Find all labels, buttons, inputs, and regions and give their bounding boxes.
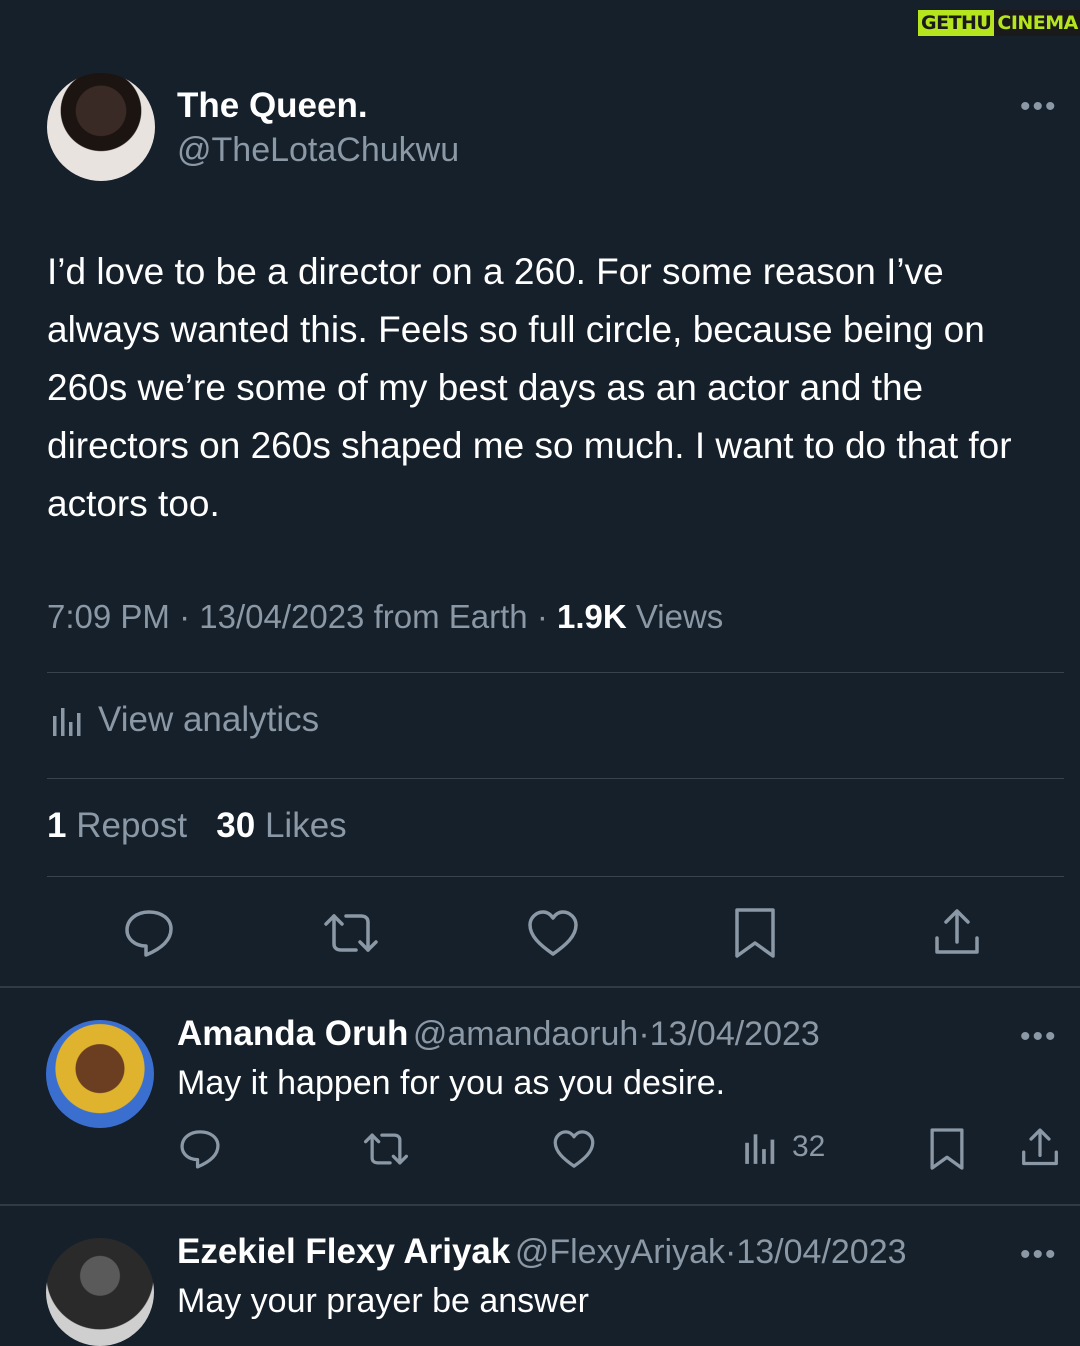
bookmark-icon[interactable] <box>732 906 778 960</box>
author-avatar[interactable] <box>47 73 155 181</box>
reply-views-count: 32 <box>792 1130 826 1163</box>
author-handle[interactable]: @TheLotaChukwu <box>177 131 459 170</box>
divider <box>0 986 1080 988</box>
retweet-icon[interactable] <box>322 906 380 960</box>
likes-stat[interactable]: 30 Likes <box>216 806 346 845</box>
reply-display-name[interactable]: Ezekiel Flexy Ariyak <box>177 1232 510 1271</box>
reply-views[interactable]: 32 <box>742 1128 825 1166</box>
more-options-icon[interactable]: ••• <box>1020 90 1058 124</box>
divider <box>47 778 1064 779</box>
views-label: Views <box>635 598 724 635</box>
reply-display-name[interactable]: Amanda Oruh <box>177 1014 408 1053</box>
likes-label: Likes <box>264 806 347 845</box>
divider <box>0 1204 1080 1206</box>
reply-icon[interactable] <box>178 1127 222 1171</box>
reply-icon[interactable] <box>122 906 176 960</box>
reply-avatar[interactable] <box>46 1020 154 1128</box>
meta-separator: · <box>536 598 548 635</box>
views-count: 1.9K <box>556 598 627 635</box>
bookmark-icon[interactable] <box>928 1126 966 1172</box>
analytics-icon <box>50 702 84 738</box>
tweet-source: from Earth <box>373 598 528 635</box>
reply-separator: · <box>638 1015 650 1053</box>
reply-separator: · <box>725 1233 737 1271</box>
author-display-name[interactable]: The Queen. <box>177 86 368 126</box>
reply-handle[interactable]: @FlexyAriyak <box>515 1233 725 1271</box>
retweet-icon[interactable] <box>362 1127 410 1171</box>
reply-avatar[interactable] <box>46 1238 154 1346</box>
likes-count: 30 <box>216 806 256 845</box>
heart-icon[interactable] <box>526 908 580 958</box>
tweet-text: I’d love to be a director on a 260. For … <box>47 251 1012 524</box>
share-icon[interactable] <box>1018 1126 1062 1170</box>
divider <box>47 672 1064 673</box>
reply-header: Amanda Oruh @amandaoruh·13/04/2023 <box>177 1014 820 1054</box>
reply-handle[interactable]: @amandaoruh <box>413 1015 638 1053</box>
watermark-logo: GETHU CINEMA <box>918 6 1080 40</box>
analytics-icon <box>742 1128 778 1166</box>
more-options-icon[interactable]: ••• <box>1020 1238 1058 1272</box>
more-options-icon[interactable]: ••• <box>1020 1020 1058 1054</box>
reply-date[interactable]: 13/04/2023 <box>736 1233 906 1271</box>
watermark-part1: GETHU <box>918 10 995 36</box>
engagement-stats: 1 Repost 30 Likes <box>47 806 347 846</box>
repost-label: Repost <box>76 806 188 845</box>
tweet-time[interactable]: 7:09 PM <box>47 598 170 635</box>
reply-text: May your prayer be answer <box>177 1282 589 1320</box>
view-analytics-label: View analytics <box>98 700 320 739</box>
view-analytics-button[interactable]: View analytics <box>50 700 319 740</box>
tweet-date[interactable]: 13/04/2023 <box>199 598 364 635</box>
reply-date[interactable]: 13/04/2023 <box>650 1015 820 1053</box>
share-icon[interactable] <box>930 906 984 960</box>
reply-text: May it happen for you as you desire. <box>177 1064 726 1102</box>
tweet-meta: 7:09 PM · 13/04/2023 from Earth · 1.9K V… <box>47 598 723 636</box>
repost-count: 1 <box>47 806 67 845</box>
heart-icon[interactable] <box>552 1128 596 1170</box>
reply-header: Ezekiel Flexy Ariyak @FlexyAriyak·13/04/… <box>177 1232 907 1272</box>
divider <box>47 876 1064 877</box>
reposts-stat[interactable]: 1 Repost <box>47 806 187 845</box>
watermark-part2: CINEMA <box>994 10 1080 36</box>
meta-separator: · <box>179 598 191 635</box>
